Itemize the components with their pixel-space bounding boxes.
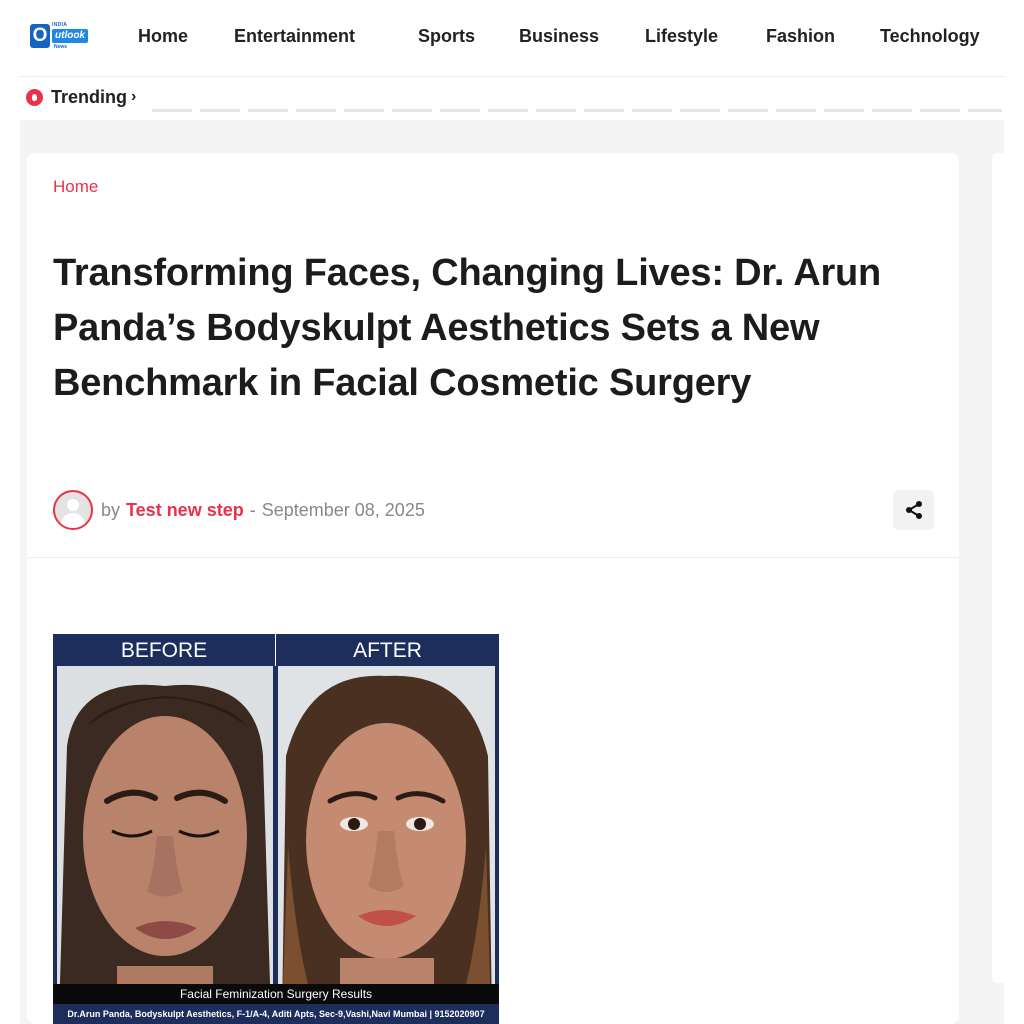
article-title: Transforming Faces, Changing Lives: Dr. … xyxy=(53,252,882,404)
logo-word: utlook xyxy=(52,29,88,43)
before-after-image[interactable]: BEFORE AFTER Facial Feminization Surgery… xyxy=(53,634,499,1024)
logo-letter: O xyxy=(30,24,50,48)
nav-business[interactable]: Business xyxy=(519,26,599,47)
author-link[interactable]: Test new step xyxy=(126,500,244,521)
trending-ticker[interactable] xyxy=(152,109,1002,112)
meta-separator: - xyxy=(249,499,256,520)
by-label: by xyxy=(101,499,121,520)
after-photo xyxy=(278,666,495,1016)
nav-technology[interactable]: Technology xyxy=(880,26,980,47)
nav-divider xyxy=(20,76,1004,77)
avatar-shoulders xyxy=(61,513,85,528)
logo-bottom-text: News xyxy=(54,44,68,50)
chevron-right-icon: › xyxy=(131,88,137,105)
after-label: AFTER xyxy=(276,634,499,666)
after-face-illustration xyxy=(282,675,492,1016)
share-icon xyxy=(905,501,922,519)
nav-lifestyle[interactable]: Lifestyle xyxy=(645,26,718,47)
nav-entertainment[interactable]: Entertainment xyxy=(234,26,355,47)
before-label: BEFORE xyxy=(53,634,276,666)
author-meta: by Test new step - September 08, 2025 xyxy=(53,489,425,531)
nav-fashion[interactable]: Fashion xyxy=(766,26,835,47)
logo-top-text: INDIA xyxy=(52,22,68,28)
breadcrumb-home[interactable]: Home xyxy=(53,177,98,197)
sidebar-column xyxy=(992,153,1012,983)
meta-divider xyxy=(27,557,959,558)
top-navigation: O INDIA utlook News Home Entertainment S… xyxy=(0,0,1024,76)
site-logo[interactable]: O INDIA utlook News xyxy=(30,22,100,50)
user-avatar-icon[interactable] xyxy=(53,490,93,530)
before-face-illustration xyxy=(59,684,271,1016)
nav-sports[interactable]: Sports xyxy=(418,26,475,47)
avatar-head xyxy=(67,499,79,511)
flame-icon xyxy=(26,88,43,106)
image-caption: Facial Feminization Surgery Results xyxy=(53,984,499,1004)
publish-date: September 08, 2025 xyxy=(261,499,425,520)
share-button[interactable] xyxy=(893,490,934,530)
nav-home[interactable]: Home xyxy=(138,26,188,47)
trending-label: Trending xyxy=(51,86,127,107)
before-photo xyxy=(57,666,273,1016)
trending-bar[interactable]: Trending › xyxy=(26,86,136,108)
image-footer: Dr.Arun Panda, Bodyskulpt Aesthetics, F-… xyxy=(53,1004,499,1024)
